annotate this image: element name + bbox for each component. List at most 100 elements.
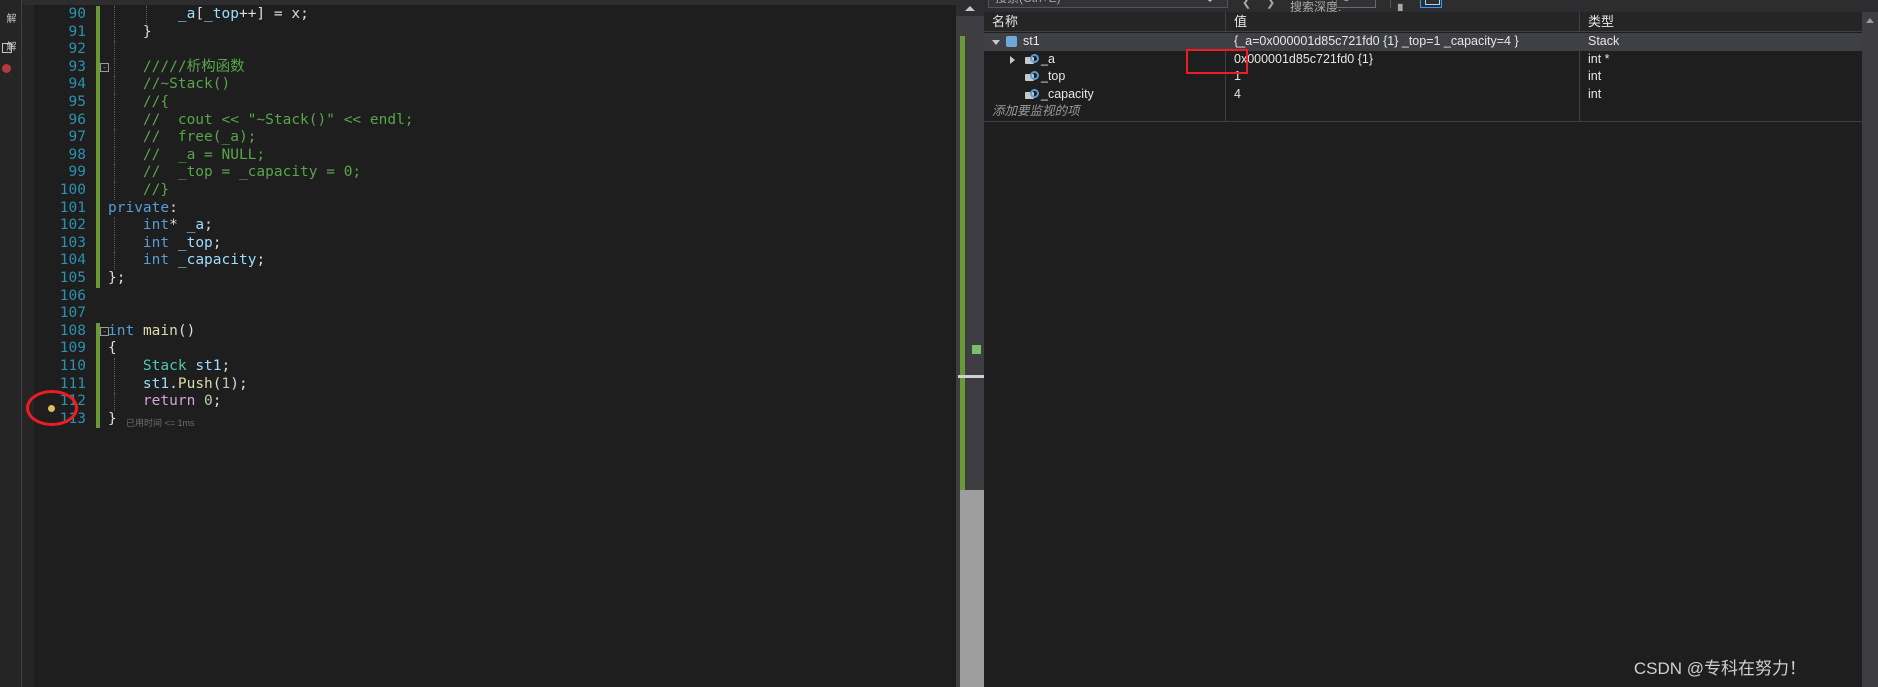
- code-line[interactable]: 92: [22, 41, 956, 59]
- code-line[interactable]: 100 //}: [22, 182, 956, 200]
- code-line[interactable]: 99 // _top = _capacity = 0;: [22, 164, 956, 182]
- scroll-up-button[interactable]: [956, 0, 984, 16]
- line-number: 92: [68, 41, 86, 58]
- code-line[interactable]: 98 // _a = NULL;: [22, 146, 956, 165]
- change-indicator: [96, 41, 100, 59]
- column-header-type[interactable]: 类型: [1580, 12, 1878, 32]
- code-line[interactable]: 94 //~Stack(): [22, 76, 956, 94]
- columns-icon[interactable]: ▖: [1398, 0, 1407, 11]
- scrollbar-thumb[interactable]: [960, 490, 984, 687]
- line-number: 109: [59, 340, 86, 357]
- code-text: /////析构函数: [108, 59, 245, 77]
- code-line[interactable]: 93- /////析构函数: [22, 58, 956, 77]
- line-number: 91: [68, 23, 86, 40]
- watch-search-input[interactable]: 搜索(Ctrl+E): [988, 0, 1228, 8]
- chevron-down-icon[interactable]: [992, 40, 1000, 45]
- watch-grid-bottom-divider: [984, 120, 1862, 122]
- line-number: 98: [68, 146, 86, 163]
- change-indicator: [96, 217, 100, 235]
- change-indicator: [96, 288, 100, 306]
- vertical-tab-resource-view[interactable]: 解: [0, 42, 22, 53]
- code-line[interactable]: 105};: [22, 270, 956, 288]
- scrollbar-caret-marker: [958, 375, 984, 378]
- watch-cell-name[interactable]: st1: [984, 33, 1226, 51]
- vertical-tab-solution-explorer[interactable]: 解: [0, 14, 22, 25]
- code-token: x: [291, 6, 301, 22]
- editor-vertical-scrollbar[interactable]: [956, 0, 984, 687]
- column-header-name[interactable]: 名称: [984, 12, 1226, 32]
- watch-add-item-row[interactable]: 添加要监视的项: [984, 103, 1878, 121]
- code-line[interactable]: 104 int _capacity;: [22, 252, 956, 270]
- code-line[interactable]: 112 return 0;: [22, 393, 956, 411]
- code-line[interactable]: 103 int _top;: [22, 234, 956, 253]
- code-token: ;: [212, 393, 222, 410]
- code-line[interactable]: 102 int* _a;: [22, 217, 956, 235]
- code-token: //}: [108, 182, 170, 198]
- watch-row[interactable]: _top 1 int: [984, 68, 1878, 86]
- toolbar-divider: [1390, 0, 1391, 8]
- watch-cell-value[interactable]: 4: [1226, 85, 1580, 103]
- code-line[interactable]: 96 // cout << "~Stack()" << endl;: [22, 111, 956, 130]
- code-text: private:: [108, 200, 178, 218]
- column-header-value[interactable]: 值: [1226, 12, 1580, 32]
- next-arrow-icon[interactable]: ❯: [1266, 0, 1275, 9]
- code-line[interactable]: 108- int main(): [22, 322, 956, 341]
- watch-panel[interactable]: 搜索(Ctrl+E) ❮ ❯ 搜索深度: 3 ▖ 名称 值 类型 st1 {_a=…: [984, 0, 1878, 687]
- chevron-right-icon[interactable]: [1010, 55, 1015, 64]
- watch-cell-value[interactable]: 0x000001d85c721fd0 {1}: [1226, 50, 1580, 68]
- code-line[interactable]: 109 {: [22, 340, 956, 358]
- watch-column-headers: 名称 值 类型: [984, 12, 1878, 32]
- code-line[interactable]: 101 private:: [22, 199, 956, 218]
- chevron-up-icon[interactable]: [1866, 18, 1874, 23]
- clipboard-icon[interactable]: [1420, 0, 1442, 8]
- line-number: 103: [59, 234, 86, 251]
- chevron-down-icon[interactable]: [1206, 0, 1214, 2]
- breakpoint-red-dot-icon[interactable]: [2, 60, 19, 74]
- code-line[interactable]: 111 st1.Push(1);: [22, 375, 956, 394]
- search-depth-input[interactable]: 3: [1336, 0, 1376, 8]
- watch-toolbar[interactable]: 搜索(Ctrl+E) ❮ ❯ 搜索深度: 3 ▖: [984, 0, 1878, 12]
- code-line[interactable]: 97 // free(_a);: [22, 129, 956, 147]
- change-indicator: [96, 199, 100, 218]
- watch-row[interactable]: _capacity 4 int: [984, 85, 1878, 103]
- watch-add-item-placeholder[interactable]: 添加要监视的项: [984, 103, 1226, 121]
- code-line[interactable]: 90 _a[_top++] = x;: [22, 6, 956, 24]
- code-editor[interactable]: 90 _a[_top++] = x; 91 } 92 93- /////析构函数 94 …: [22, 0, 956, 687]
- code-line[interactable]: 95 //{: [22, 94, 956, 112]
- code-token: //{: [108, 94, 170, 110]
- change-indicator: [96, 94, 100, 112]
- watch-cell-name[interactable]: _capacity: [984, 85, 1226, 103]
- code-token: 0: [204, 393, 213, 410]
- watch-cell-value[interactable]: 1: [1226, 68, 1580, 86]
- code-token: // _a = NULL;: [108, 146, 266, 163]
- watch-row[interactable]: _a 0x000001d85c721fd0 {1} int *: [984, 50, 1878, 68]
- change-indicator: [96, 234, 100, 253]
- change-indicator: [96, 182, 100, 200]
- breakpoint-glyph-dot[interactable]: [48, 405, 55, 412]
- prev-arrow-icon[interactable]: ❮: [1242, 0, 1251, 9]
- code-line[interactable]: 107: [22, 305, 956, 323]
- watch-cell-type: int: [1588, 69, 1602, 83]
- watch-cell-type: int *: [1588, 51, 1610, 66]
- code-text: //{: [108, 94, 169, 112]
- watch-row[interactable]: st1 {_a=0x000001d85c721fd0 {1} _top=1 _ca…: [984, 33, 1878, 51]
- code-text: int _capacity;: [108, 252, 265, 270]
- code-token: :: [169, 199, 178, 216]
- code-line[interactable]: 106: [22, 288, 956, 306]
- watch-cell-value[interactable]: {_a=0x000001d85c721fd0 {1} _top=1 _capac…: [1226, 33, 1580, 51]
- watch-vertical-scrollbar[interactable]: [1862, 12, 1878, 687]
- code-token: int: [142, 217, 170, 234]
- code-line[interactable]: 110 Stack st1;: [22, 358, 956, 376]
- change-indicator: [96, 340, 100, 358]
- line-number: 108: [59, 322, 86, 339]
- scrollbar-change-marker[interactable]: [972, 345, 981, 354]
- code-line[interactable]: 91 }: [22, 23, 956, 42]
- code-token: ++] =: [238, 6, 292, 22]
- code-text: int main(): [108, 323, 195, 341]
- code-token: {: [108, 340, 117, 357]
